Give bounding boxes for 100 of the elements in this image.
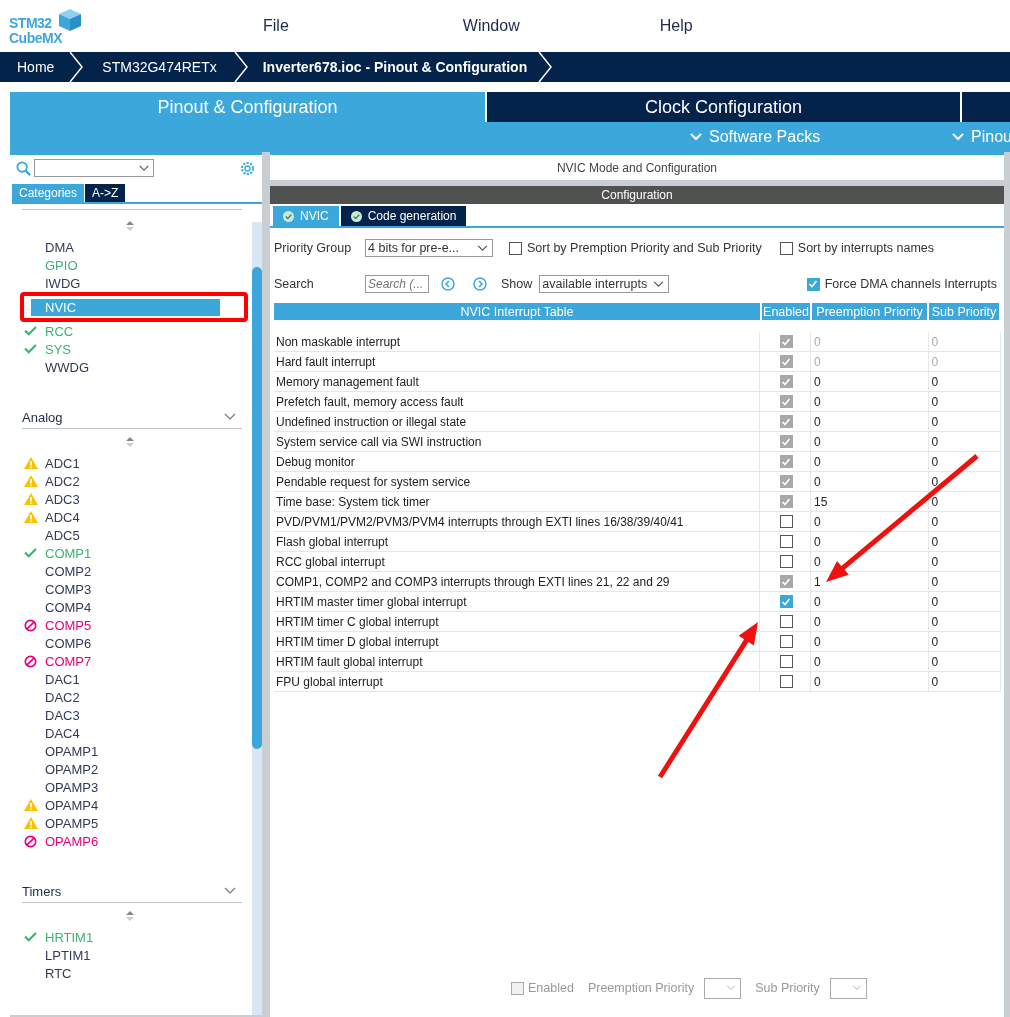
field-label: Show	[501, 277, 533, 291]
settings-icon[interactable]	[239, 159, 256, 177]
table-cell: Pendable request for system service	[274, 472, 761, 491]
peripheral-item[interactable]: OPAMP5	[43, 814, 99, 832]
scrollbar[interactable]	[252, 222, 262, 1015]
table-cell: 0	[929, 372, 1001, 391]
table-cell: Non maskable interrupt	[274, 332, 761, 351]
checkbox[interactable]	[779, 515, 793, 528]
checkbox[interactable]	[779, 655, 793, 668]
table-cell: 0	[929, 512, 1001, 531]
checkbox[interactable]	[511, 981, 524, 995]
table-cell: RCC global interrupt	[274, 552, 761, 571]
table-cell: 0	[929, 612, 1001, 631]
priority-select[interactable]	[829, 977, 867, 999]
menu-item[interactable]: File	[263, 17, 289, 35]
peripheral-item[interactable]: WWDG	[43, 358, 90, 376]
checkbox-label: Sort by interrupts names	[797, 241, 934, 255]
checkbox-label: Enabled	[528, 981, 574, 995]
main-tab[interactable]: Clock Configuration	[485, 92, 961, 122]
menu-item[interactable]: Help	[659, 17, 693, 35]
check-circle-icon	[350, 210, 362, 222]
table-cell: 0	[811, 452, 930, 471]
peripheral-item[interactable]: DAC4	[43, 724, 80, 742]
peripheral-item[interactable]: OPAMP2	[43, 760, 99, 778]
peripheral-item[interactable]: DAC2	[43, 688, 80, 706]
table-cell: 0	[811, 592, 930, 611]
priority-group-select[interactable]: 4 bits for pre-e...	[365, 239, 493, 257]
checkbox[interactable]	[779, 635, 793, 648]
table-cell: 0	[929, 412, 1001, 431]
breadcrumb-item[interactable]: Home	[0, 59, 69, 75]
checkbox[interactable]	[779, 595, 793, 608]
checkbox[interactable]	[806, 277, 820, 291]
sort-icon[interactable]	[126, 437, 134, 447]
peripheral-item[interactable]: ADC1	[43, 454, 80, 472]
main-tab[interactable]	[960, 92, 1010, 122]
search-combo[interactable]	[34, 159, 154, 177]
checkbox-label: Force DMA channels Interrupts	[824, 277, 997, 291]
search-field[interactable]: Search (...	[365, 275, 429, 293]
search-icon	[16, 160, 31, 176]
chevron-down-icon	[952, 133, 964, 141]
category-tab[interactable]: A->Z	[85, 184, 126, 202]
cube-icon	[58, 8, 82, 32]
table-cell: 0	[811, 352, 930, 371]
peripheral-item[interactable]: COMP5	[43, 616, 92, 634]
table-cell: System service call via SWI instruction	[274, 432, 761, 451]
category-header[interactable]: Timers	[22, 883, 62, 899]
table-cell: 0	[811, 372, 930, 391]
sort-icon[interactable]	[126, 221, 134, 231]
checkbox[interactable]	[779, 535, 793, 548]
peripheral-item[interactable]: DAC1	[43, 670, 80, 688]
table-cell: 0	[811, 672, 930, 691]
show-select[interactable]: available interrupts	[539, 275, 670, 293]
peripheral-item[interactable]: IWDG	[43, 274, 81, 292]
peripheral-item[interactable]: DMA	[43, 238, 74, 256]
table-cell: 0	[929, 572, 1001, 591]
peripheral-item[interactable]: COMP4	[43, 598, 92, 616]
peripheral-item[interactable]: OPAMP3	[43, 778, 99, 796]
peripheral-item[interactable]: OPAMP6	[43, 832, 99, 850]
peripheral-item[interactable]: DAC3	[43, 706, 80, 724]
chevron-icon	[537, 52, 554, 82]
checkbox[interactable]	[779, 675, 793, 688]
previous-icon[interactable]	[441, 277, 455, 291]
peripheral-item[interactable]: COMP3	[43, 580, 92, 598]
table-cell: 0	[929, 632, 1001, 651]
peripheral-item[interactable]: ADC2	[43, 472, 80, 490]
breadcrumb-item[interactable]: Inverter678.ioc - Pinout & Configuration	[248, 59, 538, 75]
peripheral-item[interactable]: OPAMP1	[43, 742, 99, 760]
menu-item[interactable]: Window	[462, 17, 520, 35]
peripheral-item[interactable]: OPAMP4	[43, 796, 99, 814]
checkbox[interactable]	[509, 241, 522, 255]
category-header[interactable]: Analog	[22, 409, 63, 425]
table-cell: 0	[929, 592, 1001, 611]
sort-icon[interactable]	[126, 911, 134, 921]
peripheral-item[interactable]: COMP6	[43, 634, 92, 652]
table-cell: 0	[811, 432, 930, 451]
table-cell: 0	[811, 652, 930, 671]
next-icon[interactable]	[473, 277, 487, 291]
peripheral-item[interactable]: LPTIM1	[43, 946, 91, 964]
table-cell: 0	[811, 412, 930, 431]
priority-select[interactable]	[704, 977, 742, 999]
section-header: Configuration	[270, 186, 1004, 204]
peripheral-item[interactable]: COMP2	[43, 562, 92, 580]
chevron-down-icon[interactable]	[224, 887, 236, 895]
checkbox[interactable]	[779, 555, 793, 568]
chevron-down-icon[interactable]	[224, 413, 236, 421]
checkbox[interactable]	[779, 241, 793, 255]
peripheral-item[interactable]: COMP7	[43, 652, 92, 670]
table-cell: Prefetch fault, memory access fault	[274, 392, 761, 411]
peripheral-item[interactable]: RTC	[43, 964, 72, 982]
peripheral-item[interactable]: ADC3	[43, 490, 80, 508]
chevron-down-icon	[690, 133, 702, 141]
config-tab[interactable]: Code generation	[340, 206, 467, 226]
field-label: Priority Group	[274, 241, 353, 255]
table-cell: COMP1, COMP2 and COMP3 interrupts through EXTI lines 21, 22 and 29	[274, 572, 761, 591]
breadcrumb-item[interactable]: STM32G474RETx	[84, 59, 233, 75]
logo-text: STM32 CubeMX	[9, 16, 62, 46]
checkbox[interactable]	[779, 615, 793, 628]
peripheral-item[interactable]: ADC5	[43, 526, 80, 544]
table-cell: Time base: System tick timer	[274, 492, 761, 511]
peripheral-item[interactable]: ADC4	[43, 508, 80, 526]
